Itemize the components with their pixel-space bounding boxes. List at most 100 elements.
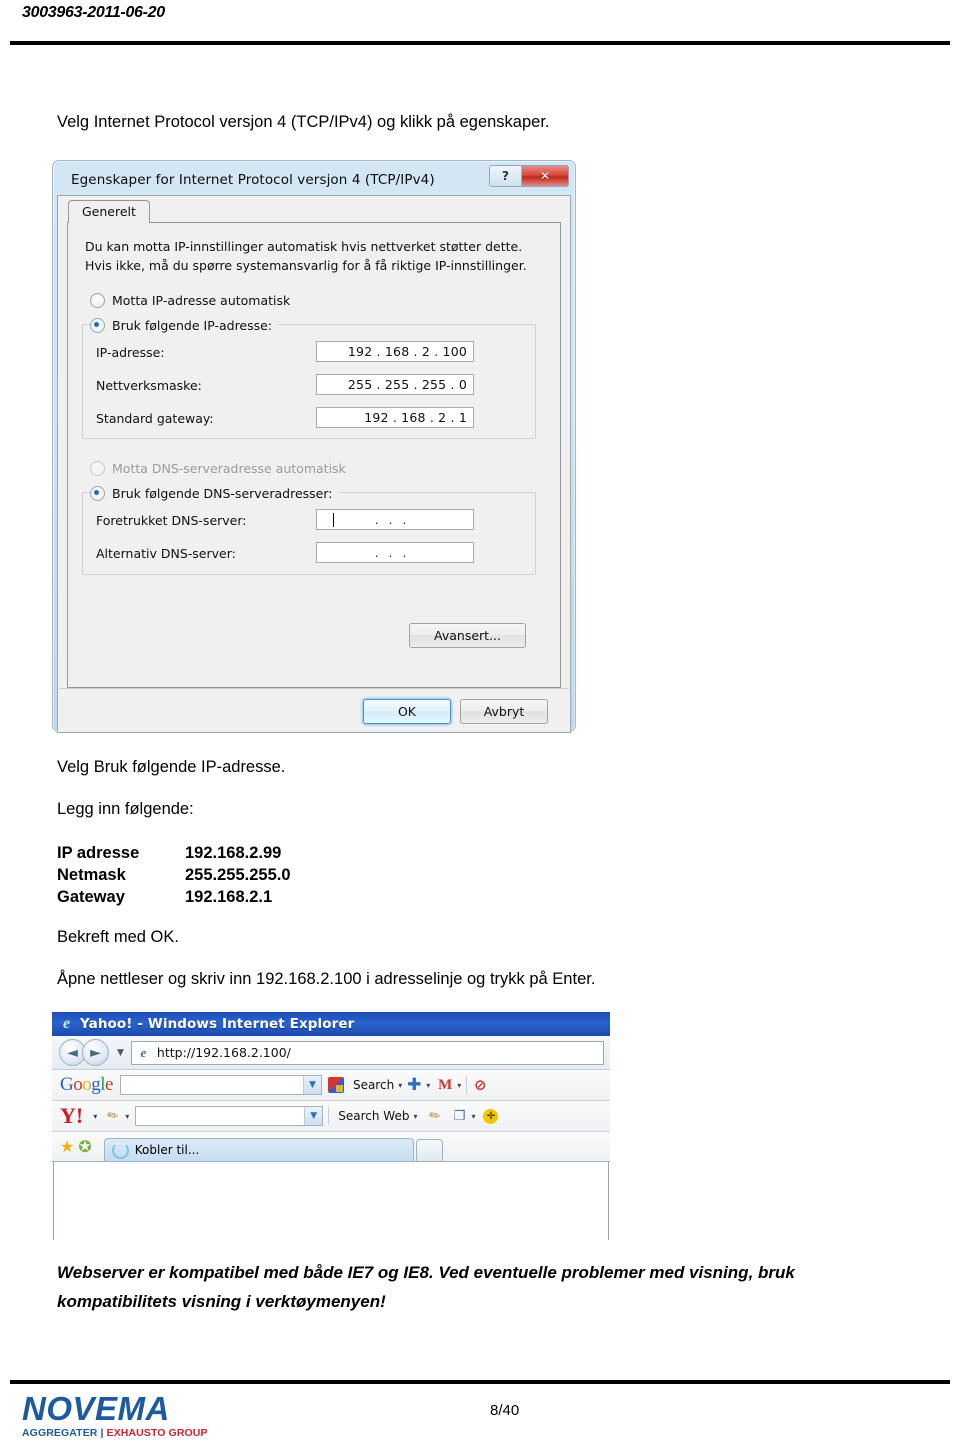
instruction-apne-nettleser: Åpne nettleser og skriv inn 192.168.2.10… <box>57 970 596 988</box>
radio-manual-dns[interactable]: Bruk følgende DNS-serveradresser: <box>90 486 339 501</box>
page-number: 8/40 <box>490 1402 520 1419</box>
radio-auto-ip-label: Motta IP-adresse automatisk <box>112 293 291 308</box>
forward-arrow-icon[interactable]: ► <box>82 1039 109 1066</box>
instruction-velg-bruk: Velg Bruk følgende IP-adresse. <box>57 758 286 776</box>
browser-content-area <box>53 1162 609 1240</box>
google-logo-letter: o <box>73 1074 83 1095</box>
alternate-dns-input[interactable]: . . . <box>316 542 474 563</box>
yahoo-search-web-label: Search Web <box>338 1109 410 1123</box>
dialog-hint-line2: Hvis ikke, må du spørre systemansvarlig … <box>85 258 527 273</box>
tagline-divider: | <box>100 1427 104 1439</box>
chevron-down-icon[interactable]: ▾ <box>93 1112 97 1121</box>
chevron-down-icon[interactable]: ▼ <box>302 1076 321 1094</box>
ip-settings-value: 192.168.2.1 <box>185 888 273 906</box>
ip-settings-value: 255.255.255.0 <box>185 866 291 884</box>
google-logo-letter: g <box>91 1074 101 1095</box>
highlighter-icon[interactable]: ✎ <box>424 1105 446 1127</box>
preferred-dns-value: . . . <box>374 512 410 527</box>
google-search-input[interactable]: ▼ <box>119 1075 322 1095</box>
browser-titlebar: e Yahoo! - Windows Internet Explorer <box>52 1012 610 1036</box>
plus-icon[interactable]: ✚ <box>406 1077 422 1094</box>
header-divider <box>10 41 950 45</box>
browser-window-title: Yahoo! - Windows Internet Explorer <box>80 1016 355 1032</box>
chevron-down-icon[interactable]: ▼ <box>304 1107 323 1125</box>
chevron-down-icon[interactable]: ▾ <box>471 1112 475 1121</box>
google-logo: Google <box>60 1074 113 1096</box>
preferred-dns-label: Foretrukket DNS-server: <box>96 513 247 528</box>
dialog-titlebar: Egenskaper for Internet Protocol versjon… <box>57 165 571 195</box>
radio-manual-ip[interactable]: Bruk følgende IP-adresse: <box>90 318 279 333</box>
window-icon[interactable]: ❐ <box>451 1108 467 1124</box>
footer-divider <box>10 1380 950 1384</box>
dialog-title: Egenskaper for Internet Protocol versjon… <box>71 172 435 188</box>
table-row: IP adresse 192.168.2.99 <box>57 843 291 865</box>
dialog-hint: Du kan motta IP-innstillinger automatisk… <box>85 237 548 275</box>
yahoo-search-input[interactable]: ▼ <box>135 1106 324 1126</box>
tagline-right: EXHAUSTO GROUP <box>106 1427 208 1439</box>
radio-circle-icon <box>90 318 105 333</box>
target-icon[interactable]: ✛ <box>483 1108 499 1124</box>
toolbar-divider <box>466 1076 468 1094</box>
gmail-icon[interactable]: M <box>437 1077 453 1093</box>
dialog-body: Generelt Du kan motta IP-innstillinger a… <box>57 195 571 733</box>
pencil-icon[interactable]: ✎ <box>102 1105 124 1127</box>
novema-logo-wordmark: NOVEMA <box>22 1390 170 1427</box>
ip-address-input[interactable]: 192 . 168 . 2 . 100 <box>316 341 474 362</box>
dialog-footer-divider <box>59 688 569 689</box>
radio-manual-dns-label: Bruk følgende DNS-serveradresser: <box>112 486 333 501</box>
radio-circle-icon <box>90 486 105 501</box>
advanced-button[interactable]: Avansert... <box>409 623 526 648</box>
new-tab-button[interactable] <box>415 1139 443 1161</box>
tab-generelt[interactable]: Generelt <box>68 200 150 223</box>
ip-address-label: IP-adresse: <box>96 345 165 360</box>
internet-explorer-screenshot: e Yahoo! - Windows Internet Explorer ◄ ►… <box>52 1012 610 1240</box>
help-icon[interactable]: ? <box>490 166 522 186</box>
radio-auto-dns[interactable]: Motta DNS-serveradresse automatisk <box>90 461 346 476</box>
dialog-caption-buttons: ? ✕ <box>489 165 569 187</box>
dialog-hint-line1: Du kan motta IP-innstillinger automatisk… <box>85 239 523 254</box>
close-icon[interactable]: ✕ <box>522 166 568 186</box>
radio-auto-ip[interactable]: Motta IP-adresse automatisk <box>90 293 290 308</box>
yahoo-search-web-button[interactable]: Search Web ▾ <box>338 1109 417 1123</box>
subnet-mask-label: Nettverksmaske: <box>96 378 202 393</box>
google-search-button[interactable]: Search ▾ <box>353 1078 402 1092</box>
tagline-left: AGGREGATER <box>22 1427 98 1439</box>
google-logo-letter: o <box>82 1074 92 1095</box>
instruction-bekreft: Bekreft med OK. <box>57 928 179 946</box>
google-search-icon[interactable] <box>327 1077 344 1093</box>
novema-logo: NOVEMA AGGREGATER | EXHAUSTO GROUP <box>22 1392 232 1439</box>
dialog-tabstrip: Generelt <box>58 196 570 223</box>
instruction-legg-inn: Legg inn følgende: <box>57 800 194 818</box>
preferred-dns-input[interactable]: . . . <box>316 509 474 530</box>
favorites-star-icon[interactable]: ★ <box>60 1137 74 1156</box>
ok-button[interactable]: OK <box>363 699 451 724</box>
chevron-down-icon[interactable]: ▾ <box>125 1112 129 1121</box>
address-bar-value: http://192.168.2.100/ <box>156 1045 291 1060</box>
default-gateway-label: Standard gateway: <box>96 411 214 426</box>
radio-manual-ip-label: Bruk følgende IP-adresse: <box>112 318 273 333</box>
alternate-dns-label: Alternativ DNS-server: <box>96 546 236 561</box>
loading-spinner-icon <box>111 1141 129 1159</box>
yahoo-toolbar: Y! ▾ ✎ ▾ ▼ Search Web ▾ ✎ ❐ ▾ ✛ <box>52 1101 610 1132</box>
chevron-down-icon[interactable]: ▾ <box>426 1081 430 1090</box>
dialog-tabpage: Du kan motta IP-innstillinger automatisk… <box>67 222 561 688</box>
block-icon[interactable]: ⊘ <box>472 1076 488 1094</box>
default-gateway-input[interactable]: 192 . 168 . 2 . 1 <box>316 407 474 428</box>
cancel-button[interactable]: Avbryt <box>460 699 548 724</box>
browser-tab[interactable]: Kobler til... <box>103 1138 414 1161</box>
chevron-down-icon[interactable]: ▾ <box>457 1081 461 1090</box>
radio-circle-icon <box>90 461 105 476</box>
google-logo-letter: G <box>60 1074 74 1095</box>
browser-tab-label: Kobler til... <box>134 1143 200 1157</box>
document-id: 3003963-2011-06-20 <box>22 4 165 21</box>
subnet-mask-input[interactable]: 255 . 255 . 255 . 0 <box>316 374 474 395</box>
browser-navigation-bar: ◄ ► ▼ e http://192.168.2.100/ <box>52 1036 610 1070</box>
yahoo-logo: Y! <box>60 1103 84 1128</box>
ip-settings-label: Netmask <box>57 866 126 884</box>
recent-pages-chevron-down-icon[interactable]: ▼ <box>117 1048 124 1058</box>
address-bar[interactable]: e http://192.168.2.100/ <box>130 1040 604 1065</box>
google-search-label: Search <box>352 1078 395 1092</box>
add-favorite-star-icon[interactable]: ✪ <box>78 1137 91 1156</box>
google-logo-letter: e <box>105 1074 113 1095</box>
radio-auto-dns-label: Motta DNS-serveradresse automatisk <box>112 461 346 476</box>
